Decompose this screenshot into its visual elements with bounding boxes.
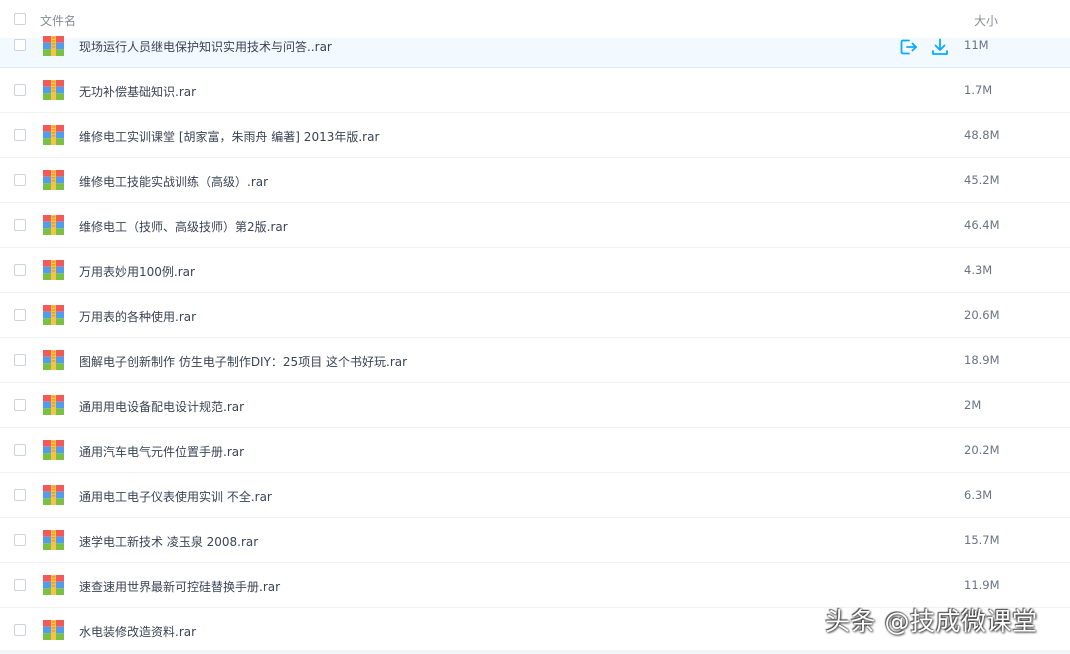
archive-file-icon[interactable] xyxy=(43,620,64,640)
row-checkbox[interactable] xyxy=(14,174,26,186)
file-name[interactable]: 现场运行人员继电保护知识实用技术与问答..rar xyxy=(79,38,332,55)
file-size: 20.6M xyxy=(964,308,1000,322)
list-header: 文件名 大小 xyxy=(0,0,1070,38)
column-header-size[interactable]: 大小 xyxy=(974,12,998,29)
column-header-filename[interactable]: 文件名 xyxy=(40,12,76,29)
file-name[interactable]: 维修电工（技师、高级技师）第2版.rar xyxy=(79,218,288,235)
row-checkbox[interactable] xyxy=(14,444,26,456)
file-size: 11.9M xyxy=(964,578,1000,592)
file-name[interactable]: 图解电子创新制作 仿生电子制作DIY：25项目 这个书好玩.rar xyxy=(79,353,407,370)
file-size: 48.8M xyxy=(964,128,1000,142)
file-size: 11M xyxy=(964,38,989,52)
file-row[interactable]: 万用表的各种使用.rar 20.6M xyxy=(0,293,1070,338)
file-name[interactable]: 万用表的各种使用.rar xyxy=(79,308,196,325)
file-row[interactable]: 图解电子创新制作 仿生电子制作DIY：25项目 这个书好玩.rar 18.9M xyxy=(0,338,1070,383)
archive-file-icon[interactable] xyxy=(43,36,64,56)
file-name[interactable]: 维修电工实训课堂 [胡家富，朱雨舟 编著] 2013年版.rar xyxy=(79,128,379,145)
archive-file-icon[interactable] xyxy=(43,125,64,145)
archive-file-icon[interactable] xyxy=(43,170,64,190)
row-checkbox[interactable] xyxy=(14,129,26,141)
file-row[interactable]: 现场运行人员继电保护知识实用技术与问答..rar 11M xyxy=(0,36,1070,68)
archive-file-icon[interactable] xyxy=(43,395,64,415)
archive-file-icon[interactable] xyxy=(43,530,64,550)
file-row[interactable]: 维修电工实训课堂 [胡家富，朱雨舟 编著] 2013年版.rar 48.8M xyxy=(0,113,1070,158)
select-all-checkbox[interactable] xyxy=(14,13,26,25)
file-name[interactable]: 无功补偿基础知识.rar xyxy=(79,83,196,100)
file-size: 20.2M xyxy=(964,443,1000,457)
file-row[interactable]: 维修电工技能实战训练（高级）.rar 45.2M xyxy=(0,158,1070,203)
file-size: 45.2M xyxy=(964,173,1000,187)
row-checkbox[interactable] xyxy=(14,219,26,231)
file-row[interactable]: 通用用电设备配电设计规范.rar 2M xyxy=(0,383,1070,428)
file-name[interactable]: 通用汽车电气元件位置手册.rar xyxy=(79,443,244,460)
archive-file-icon[interactable] xyxy=(43,440,64,460)
archive-file-icon[interactable] xyxy=(43,485,64,505)
row-checkbox[interactable] xyxy=(14,399,26,411)
file-row[interactable]: 无功补偿基础知识.rar 1.7M xyxy=(0,68,1070,113)
file-name[interactable]: 通用电工电子仪表使用实训 不全.rar xyxy=(79,488,272,505)
file-name[interactable]: 维修电工技能实战训练（高级）.rar xyxy=(79,173,268,190)
file-size: 6.3M xyxy=(964,488,993,502)
row-checkbox[interactable] xyxy=(14,84,26,96)
file-row[interactable]: 通用电工电子仪表使用实训 不全.rar 6.3M xyxy=(0,473,1070,518)
file-size: 2M xyxy=(964,398,982,412)
row-checkbox[interactable] xyxy=(14,579,26,591)
file-row[interactable]: 速学电工新技术 凌玉泉 2008.rar 15.7M xyxy=(0,518,1070,563)
row-checkbox[interactable] xyxy=(14,489,26,501)
file-size: 46.4M xyxy=(964,218,1000,232)
file-size: 1.7M xyxy=(964,83,993,97)
archive-file-icon[interactable] xyxy=(43,80,64,100)
file-size: 4.3M xyxy=(964,263,993,277)
row-checkbox[interactable] xyxy=(14,534,26,546)
archive-file-icon[interactable] xyxy=(43,260,64,280)
file-list: 现场运行人员继电保护知识实用技术与问答..rar 11M 无功补偿基础知识.rar 1… xyxy=(0,36,1070,653)
watermark: 头条 @技成微课堂 xyxy=(825,607,1038,636)
file-row[interactable]: 维修电工（技师、高级技师）第2版.rar 46.4M xyxy=(0,203,1070,248)
file-list-page: 文件名 大小 现场运行人员继电保护知识实用技术与问答..rar 11M 无功补偿基础… xyxy=(0,0,1070,654)
archive-file-icon[interactable] xyxy=(43,350,64,370)
row-checkbox[interactable] xyxy=(14,354,26,366)
row-checkbox[interactable] xyxy=(14,309,26,321)
file-row[interactable]: 通用汽车电气元件位置手册.rar 20.2M xyxy=(0,428,1070,473)
archive-file-icon[interactable] xyxy=(43,215,64,235)
bottom-divider xyxy=(0,650,1070,654)
row-checkbox[interactable] xyxy=(14,39,26,51)
file-size: 18.9M xyxy=(964,353,1000,367)
file-name[interactable]: 通用用电设备配电设计规范.rar xyxy=(79,398,244,415)
archive-file-icon[interactable] xyxy=(43,305,64,325)
file-name[interactable]: 速学电工新技术 凌玉泉 2008.rar xyxy=(79,533,258,550)
file-name[interactable]: 万用表妙用100例.rar xyxy=(79,263,195,280)
archive-file-icon[interactable] xyxy=(43,575,64,595)
row-checkbox[interactable] xyxy=(14,624,26,636)
file-row[interactable]: 万用表妙用100例.rar 4.3M xyxy=(0,248,1070,293)
file-name[interactable]: 速查速用世界最新可控硅替换手册.rar xyxy=(79,578,280,595)
share-icon[interactable] xyxy=(898,37,918,57)
file-name[interactable]: 水电装修改造资料.rar xyxy=(79,623,196,640)
row-checkbox[interactable] xyxy=(14,264,26,276)
file-size: 15.7M xyxy=(964,533,1000,547)
download-icon[interactable] xyxy=(930,37,950,57)
